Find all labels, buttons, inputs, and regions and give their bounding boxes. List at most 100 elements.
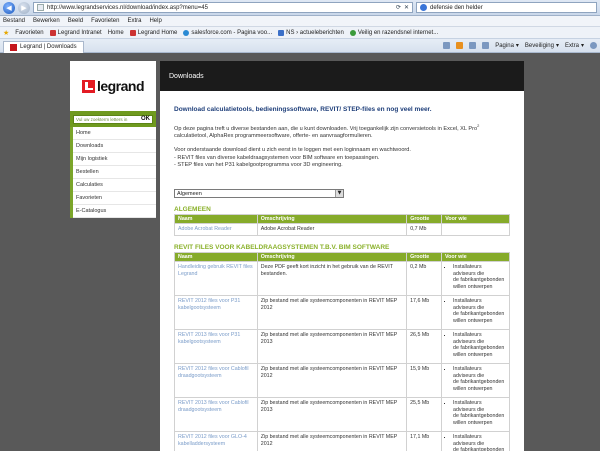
sidebar-item[interactable]: Home [73,127,156,140]
fav-legrand-home[interactable]: Legrand Home [129,29,177,36]
audience-item: de fabrikantgebonden [453,447,505,451]
audience-cell: Installateursadviseurs diede fabrikantge… [441,396,510,432]
print-tool[interactable] [482,42,490,49]
audience-item: willen ontwerpen [453,351,493,358]
fav-home[interactable]: Home [108,30,124,36]
legrand-icon [49,29,56,36]
internet-icon [349,29,356,36]
ns-icon [278,29,285,36]
download-link[interactable]: REVIT 2013 files voor P31 kabelgootsyste… [174,328,258,364]
audience-item: willen ontwerpen [453,419,493,426]
url-input[interactable]: http://www.legrandservices.nl/download/i… [33,2,413,13]
size-cell: 0,2 Mb [406,260,443,296]
column-header: Omschrijving [256,214,408,225]
description-cell: Zip bestand met alle systeemcomponenten … [256,294,408,330]
back-button[interactable]: ◀ [3,1,15,14]
security-menu[interactable]: Beveiliging ▾ [525,42,559,50]
main-content: Downloads Download calculatietools, bedi… [160,61,524,451]
sidebar-item[interactable]: Downloads [73,140,156,153]
fav-salesforce[interactable]: salesforce.com - Pagina voo... [183,29,272,36]
tab-legrand-downloads[interactable]: Legrand | Downloads [3,40,84,53]
description-cell: Zip bestand met alle systeemcomponenten … [256,362,408,398]
description-cell: Zip bestand met alle systeemcomponenten … [256,396,408,432]
table-row: Handleiding gebruik REVIT files Legrand D… [174,260,510,296]
category-select[interactable]: Algemeen ▼ [174,189,344,199]
favorites-bar: ★ Favorieten Legrand Intranet Home Legra… [0,27,600,39]
fav-ns[interactable]: NS › actueleberichten [278,29,344,36]
stop-icon[interactable]: ✕ [404,4,409,11]
menu-item[interactable]: Bewerken [33,18,60,24]
sidebar-item[interactable]: E-Catalogus [73,205,156,218]
search-input[interactable]: defensie den helder [416,2,597,13]
size-cell: 17,6 Mb [406,294,443,330]
audience-item: Installateurs [453,264,506,271]
sidebar-item[interactable]: Calculaties [73,179,156,192]
description-cell: Zip bestand met alle systeemcomponenten … [256,328,408,364]
download-link[interactable]: REVIT 2012 files voor GLO-4 kabelladders… [174,430,258,451]
favorites-button[interactable]: Favorieten [15,30,43,36]
audience-item: de fabrikantgebonden [453,379,505,386]
downloads-table: Naam Omschrijving Grootte Voor wie Handleidi… [174,251,510,451]
legrand-logo[interactable]: legrand [81,78,145,94]
menu-item[interactable]: Extra [127,18,141,24]
table-row: REVIT 2012 files voor GLO-4 kabelladders… [174,430,510,451]
audience-item: adviseurs die [453,304,485,311]
audience-cell: Installateursadviseurs diede fabrikantge… [441,430,510,451]
download-link[interactable]: Adobe Acrobat Reader [174,223,258,236]
audience-item: de fabrikantgebonden [453,311,505,318]
download-link[interactable]: REVIT 2012 files voor P31 kabelgootsyste… [174,294,258,330]
logo-area: legrand [70,61,156,111]
download-link[interactable]: Handleiding gebruik REVIT files Legrand [174,260,258,296]
menu-item[interactable]: Beeld [68,18,83,24]
home-tool[interactable] [443,42,451,49]
table-row: REVIT 2013 files voor P31 kabelgootsyste… [174,328,510,364]
audience-item: adviseurs die [453,338,485,345]
fav-legrand-intranet[interactable]: Legrand Intranet [49,29,102,36]
salesforce-cloud-icon [183,29,190,36]
menu-bar: Bestand Bewerken Beeld Favorieten Extra Help [0,16,600,27]
forward-button[interactable]: ▶ [18,1,30,14]
menu-item[interactable]: Help [149,18,161,24]
audience-item: willen ontwerpen [453,317,493,324]
mail-tool[interactable] [469,42,477,49]
table-header-row: Naam Omschrijving Grootte Voor wie [174,214,510,225]
size-cell: 0,7 Mb [406,223,443,236]
download-link[interactable]: REVIT 2013 files voor Cablofil draadgoot… [174,396,258,432]
section-title: REVIT FILES VOOR KABELDRAAGSYSTEMEN T.B.… [174,243,390,251]
page-menu[interactable]: Pagina ▾ [495,42,519,50]
download-link[interactable]: REVIT 2012 files voor Cablofil draadgoot… [174,362,258,398]
audience-item: de fabrikantgebonden [453,345,505,352]
sidebar-item[interactable]: Favorieten [73,192,156,205]
address-bar: ◀ ▶ http://www.legrandservices.nl/downlo… [0,0,600,16]
site-search-input[interactable]: Vul uw zoekterm letters in OK [73,114,153,124]
audience-item: willen ontwerpen [453,385,493,392]
audience-item: adviseurs die [453,406,485,413]
table-row: REVIT 2013 files voor Cablofil draadgoot… [174,396,510,432]
audience-item: de fabrikantgebonden [453,277,505,284]
sidebar-item[interactable]: Mijn logistiek [73,153,156,166]
help-icon[interactable] [590,42,597,49]
audience-item: Installateurs [453,434,506,441]
search-strip: Vul uw zoekterm letters in OK [70,111,156,127]
tab-bar: Legrand | Downloads Pagina ▾ Beveiliging… [0,39,600,53]
refresh-icon[interactable]: ⟳ [396,4,401,11]
section-title: ALGEMEEN [174,206,211,214]
feeds-tool[interactable] [456,42,464,49]
audience-item: Installateurs [453,366,506,373]
fav-internet[interactable]: Veilig en razendsnel internet... [349,29,438,36]
audience-cell: Installateursadviseurs diede fabrikantge… [441,260,510,296]
audience-item: adviseurs die [453,372,485,379]
menu-item[interactable]: Bestand [3,18,25,24]
favorites-star-icon[interactable]: ★ [3,29,9,37]
audience-cell: Installateursadviseurs diede fabrikantge… [441,294,510,330]
login-paragraph: Voor onderstaande download dient u zich … [174,147,411,169]
audience-item: willen ontwerpen [453,283,493,290]
sidebar-item[interactable]: Bestellen [73,166,156,179]
chevron-down-icon[interactable]: ▼ [335,190,343,198]
search-ok-button[interactable]: OK [141,116,150,122]
menu-item[interactable]: Favorieten [91,18,119,24]
extra-menu[interactable]: Extra ▾ [565,42,584,50]
downloads-table: Naam Omschrijving Grootte Voor wie Adobe Acr… [174,214,510,236]
download-sections: ALGEMEEN Naam Omschrijving Grootte Voor wie A… [174,206,511,451]
column-header: Naam [174,251,258,262]
